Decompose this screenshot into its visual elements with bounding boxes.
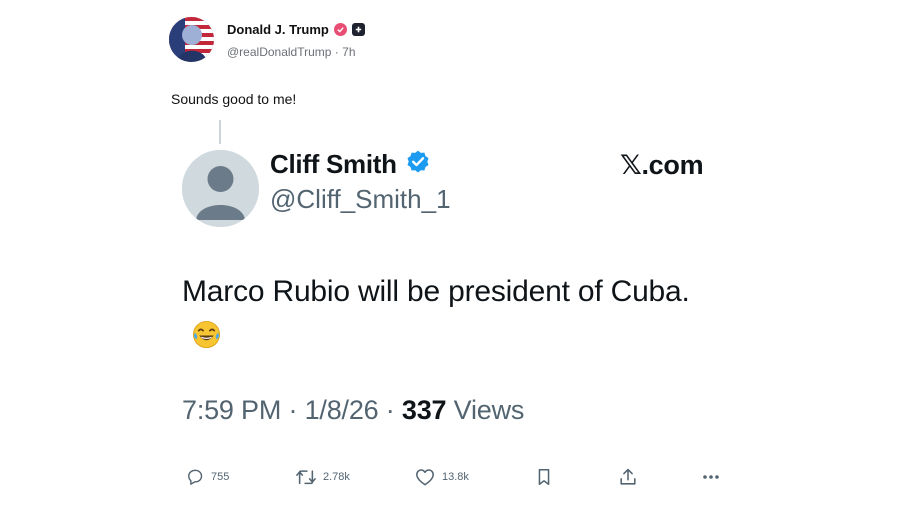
x-watermark: 𝕏.com [620, 150, 704, 180]
separator: · [334, 45, 339, 59]
author-row: Donald J. Trump [227, 21, 365, 37]
repost-count: 2.78k [323, 471, 350, 483]
reply-icon [188, 469, 203, 485]
quoted-handle: @Cliff_Smith_1 [270, 184, 451, 214]
heart-icon [416, 469, 434, 486]
author-handle[interactable]: @realDonaldTrump [227, 45, 331, 59]
reply-button[interactable]: 755 [185, 466, 229, 488]
share-button[interactable] [618, 466, 638, 488]
handle-row: @realDonaldTrump · 7h [227, 45, 356, 59]
bookmark-icon [538, 468, 550, 486]
more-icon [703, 475, 719, 479]
separator: · [288, 395, 298, 425]
more-options-button[interactable] [700, 466, 722, 488]
quoted-text-block: Marco Rubio will be president of Cuba. [182, 270, 702, 356]
views-count: 337 [401, 395, 447, 425]
bookmark-button[interactable] [535, 466, 553, 488]
plus-badge-icon [351, 22, 365, 36]
thread-line [219, 120, 221, 144]
views-label: Views [453, 395, 525, 425]
quoted-author-name: Cliff Smith [270, 148, 397, 179]
timestamp[interactable]: 7h [342, 45, 355, 59]
share-icon [620, 468, 636, 485]
quoted-author-row: Cliff Smith [270, 148, 431, 180]
verified-badge-icon [333, 22, 347, 36]
avatar[interactable] [169, 17, 214, 62]
post-body: Sounds good to me! [171, 91, 297, 107]
like-count: 13.8k [442, 471, 469, 483]
laughing-emoji-icon [192, 318, 221, 349]
repost-icon [296, 470, 316, 485]
quoted-meta: 7:59 PM · 1/8/26 · 337 Views [182, 395, 524, 426]
quoted-text: Marco Rubio will be president of Cuba. [182, 275, 690, 308]
separator: · [385, 395, 395, 425]
repost-button[interactable]: 2.78k [295, 466, 350, 488]
quoted-time: 7:59 PM [182, 395, 282, 425]
reply-count: 755 [211, 471, 230, 483]
quoted-date: 1/8/26 [304, 395, 379, 425]
verified-check-icon [405, 149, 431, 180]
author-name[interactable]: Donald J. Trump [227, 22, 329, 37]
like-button[interactable]: 13.8k [414, 466, 469, 488]
quoted-avatar [182, 150, 259, 227]
